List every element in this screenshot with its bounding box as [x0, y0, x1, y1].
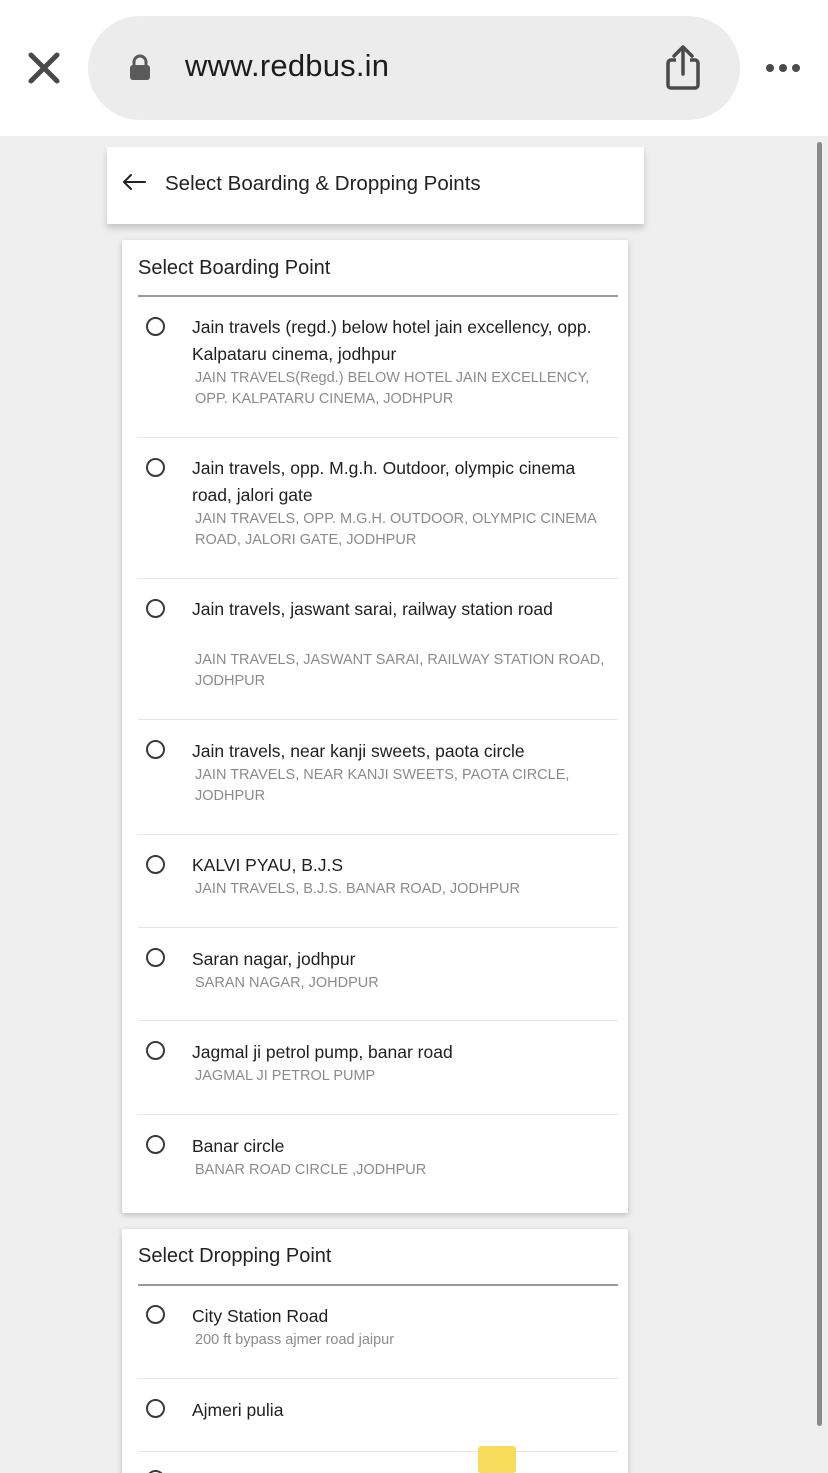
more-icon[interactable] — [764, 58, 802, 78]
point-name: Banar circle — [192, 1136, 285, 1156]
point-address: BANAR ROAD CIRCLE ,JODHPUR — [195, 1162, 427, 1178]
radio-button[interactable] — [146, 317, 165, 336]
point-address: JAGMAL JI PETROL PUMP — [195, 1068, 376, 1084]
point-address: JAIN TRAVELS, NEAR KANJI SWEETS, PAOTA C… — [195, 767, 570, 804]
radio-button[interactable] — [146, 1041, 165, 1060]
point-name: Jain travels (regd.) below hotel jain ex… — [192, 317, 592, 364]
boarding-point-item[interactable]: Jagmal ji petrol pump, banar road JAGMAL… — [138, 1021, 618, 1115]
point-name: Jain travels, opp. M.g.h. Outdoor, olymp… — [192, 458, 576, 505]
boarding-point-item[interactable]: Jain travels, jaswant sarai, railway sta… — [138, 579, 618, 720]
radio-button[interactable] — [146, 599, 165, 618]
dropping-point-card: Select Dropping Point City Station Road … — [122, 1229, 628, 1473]
boarding-point-item[interactable]: Jain travels, opp. M.g.h. Outdoor, olymp… — [138, 438, 618, 579]
radio-button[interactable] — [146, 855, 165, 874]
point-name: Ajmeri pulia — [192, 1400, 284, 1420]
dropping-point-item[interactable]: Ajmeri pulia — [138, 1379, 618, 1452]
point-address: JAIN TRAVELS, JASWANT SARAI, RAILWAY STA… — [195, 652, 605, 689]
boarding-point-item[interactable]: Saran nagar, jodhpur SARAN NAGAR, JOHDPU… — [138, 928, 618, 1021]
boarding-point-item[interactable]: KALVI PYAU, B.J.S JAIN TRAVELS, B.J.S. B… — [138, 835, 618, 928]
dropping-section-title: Select Dropping Point — [138, 1245, 332, 1267]
point-address: 200 ft bypass ajmer road jaipur — [195, 1332, 395, 1348]
point-name: City Station Road — [192, 1306, 329, 1326]
radio-button[interactable] — [146, 948, 165, 967]
boarding-section-title: Select Boarding Point — [138, 257, 331, 279]
touch-highlight — [478, 1446, 516, 1473]
arrow-left-icon[interactable] — [121, 170, 147, 194]
point-name: KALVI PYAU, B.J.S — [192, 855, 344, 875]
point-name: Jain travels, jaswant sarai, railway sta… — [192, 599, 553, 619]
radio-button[interactable] — [146, 1135, 165, 1154]
point-name: Jain travels, near kanji sweets, paota c… — [192, 741, 525, 761]
point-address: JAIN TRAVELS, OPP. M.G.H. OUTDOOR, OLYMP… — [195, 511, 596, 548]
boarding-point-card: Select Boarding Point Jain travels (regd… — [122, 240, 628, 1213]
page-title: Select Boarding & Dropping Points — [165, 172, 481, 195]
radio-button[interactable] — [146, 740, 165, 759]
dropping-point-item[interactable] — [138, 1452, 618, 1473]
boarding-point-item[interactable]: Banar circle BANAR ROAD CIRCLE ,JODHPUR — [138, 1115, 618, 1210]
boarding-point-item[interactable]: Jain travels (regd.) below hotel jain ex… — [138, 296, 618, 438]
page-scrollbar[interactable] — [817, 142, 822, 1426]
radio-button[interactable] — [146, 1305, 165, 1324]
point-address: JAIN TRAVELS(Regd.) BELOW HOTEL JAIN EXC… — [195, 370, 590, 407]
point-address: SARAN NAGAR, JOHDPUR — [195, 975, 379, 991]
point-name: Saran nagar, jodhpur — [192, 949, 356, 969]
radio-button[interactable] — [146, 458, 165, 477]
close-icon[interactable] — [24, 48, 64, 88]
point-address: JAIN TRAVELS, B.J.S. BANAR ROAD, JODHPUR — [195, 881, 520, 897]
share-icon[interactable] — [664, 44, 702, 92]
dropping-point-item[interactable]: City Station Road 200 ft bypass ajmer ro… — [138, 1285, 618, 1379]
boarding-point-item[interactable]: Jain travels, near kanji sweets, paota c… — [138, 720, 618, 835]
radio-button[interactable] — [146, 1399, 165, 1418]
lock-icon — [130, 54, 150, 80]
url-text[interactable]: www.redbus.in — [185, 48, 389, 84]
point-name: Jagmal ji petrol pump, banar road — [192, 1042, 453, 1062]
